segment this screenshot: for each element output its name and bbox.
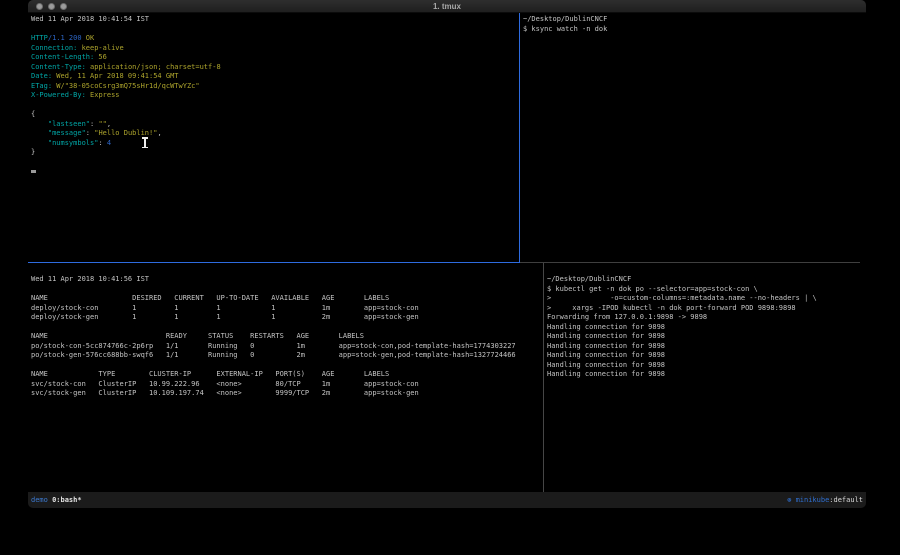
pane-kubectl-get[interactable]: Wed 11 Apr 2018 10:41:56 IST NAME DESIRE… bbox=[28, 263, 546, 504]
terminal-line: Wed 11 Apr 2018 10:41:56 IST bbox=[31, 275, 546, 285]
terminal-line bbox=[31, 323, 546, 333]
status-left: demo 0:bash* bbox=[31, 492, 82, 508]
terminal-line bbox=[31, 361, 546, 371]
terminal-line: Content-Length: 56 bbox=[31, 53, 522, 63]
terminal-line: Connection: keep-alive bbox=[31, 44, 522, 54]
terminal-line: > xargs -IPOD kubectl -n dok port-forwar… bbox=[547, 304, 869, 314]
terminal-line: ETag: W/"38-05coCsrg3mQ75sHr1d/qcWTwYZc" bbox=[31, 82, 522, 92]
terminal-line bbox=[31, 101, 522, 111]
terminal-line: Handling connection for 9898 bbox=[547, 342, 869, 352]
session-name: demo bbox=[31, 496, 48, 504]
terminal-line: Handling connection for 9898 bbox=[547, 361, 869, 371]
terminal-line: NAME DESIRED CURRENT UP-TO-DATE AVAILABL… bbox=[31, 294, 546, 304]
terminal-line: $ kubectl get -n dok po --selector=app=s… bbox=[547, 285, 869, 295]
window-tab-bash[interactable]: 0:bash* bbox=[52, 496, 82, 504]
terminal-line: po/stock-con-5cc874766c-2p6rp 1/1 Runnin… bbox=[31, 342, 546, 352]
terminal-line: NAME TYPE CLUSTER-IP EXTERNAL-IP PORT(S)… bbox=[31, 370, 546, 380]
pane-http-response[interactable]: Wed 11 Apr 2018 10:41:54 IST HTTP/1.1 20… bbox=[28, 13, 522, 264]
pane-port-forward[interactable]: ~/Desktop/DublinCNCF$ kubectl get -n dok… bbox=[544, 263, 869, 504]
kube-namespace: :default bbox=[829, 496, 863, 504]
pane-ksync-watch[interactable]: ~/Desktop/DublinCNCF$ ksync watch -n dok bbox=[520, 13, 869, 264]
terminal-line: ~/Desktop/DublinCNCF bbox=[523, 15, 869, 25]
tmux-terminal: Wed 11 Apr 2018 10:41:54 IST HTTP/1.1 20… bbox=[28, 13, 866, 492]
terminal-line: svc/stock-con ClusterIP 10.99.222.96 <no… bbox=[31, 380, 546, 390]
terminal-line: Content-Type: application/json; charset=… bbox=[31, 63, 522, 73]
kube-context-name: minikube bbox=[796, 496, 830, 504]
terminal-line bbox=[31, 285, 546, 295]
terminal-line: svc/stock-gen ClusterIP 10.109.197.74 <n… bbox=[31, 389, 546, 399]
terminal-line: "lastseen": "", bbox=[31, 120, 522, 130]
terminal-line: Wed 11 Apr 2018 10:41:54 IST bbox=[31, 15, 522, 25]
terminal-line: Handling connection for 9898 bbox=[547, 323, 869, 333]
terminal-line: deploy/stock-con 1 1 1 1 1m app=stock-co… bbox=[31, 304, 546, 314]
terminal-line: deploy/stock-gen 1 1 1 1 2m app=stock-ge… bbox=[31, 313, 546, 323]
terminal-line bbox=[31, 167, 522, 177]
terminal-line: Handling connection for 9898 bbox=[547, 351, 869, 361]
terminal-line: HTTP/1.1 200 OK bbox=[31, 34, 522, 44]
terminal-line: Forwarding from 127.0.0.1:9898 -> 9898 bbox=[547, 313, 869, 323]
terminal-line: ~/Desktop/DublinCNCF bbox=[547, 275, 869, 285]
terminal-line: Handling connection for 9898 bbox=[547, 332, 869, 342]
status-right: ⊛ minikube:default bbox=[787, 492, 863, 508]
terminal-line: } bbox=[31, 148, 522, 158]
terminal-line: > -o=custom-columns=:metadata.name --no-… bbox=[547, 294, 869, 304]
terminal-line: NAME READY STATUS RESTARTS AGE LABELS bbox=[31, 332, 546, 342]
terminal-window: 1. tmux Wed 11 Apr 2018 10:41:54 IST HTT… bbox=[28, 0, 866, 508]
terminal-line bbox=[31, 25, 522, 35]
terminal-line: "numsymbols": 4 bbox=[31, 139, 522, 149]
terminal-line bbox=[31, 158, 522, 168]
terminal-line: po/stock-gen-576cc688bb-swqf6 1/1 Runnin… bbox=[31, 351, 546, 361]
window-title: 1. tmux bbox=[28, 0, 866, 13]
terminal-line: $ ksync watch -n dok bbox=[523, 25, 869, 35]
tmux-status-bar: demo 0:bash* ⊛ minikube:default bbox=[28, 492, 866, 508]
terminal-line: X-Powered-By: Express bbox=[31, 91, 522, 101]
terminal-line: Handling connection for 9898 bbox=[547, 370, 869, 380]
window-titlebar[interactable]: 1. tmux bbox=[28, 0, 866, 13]
ibeam-mouse-cursor bbox=[144, 138, 146, 147]
terminal-line: "message": "Hello Dublin!", bbox=[31, 129, 522, 139]
terminal-line: { bbox=[31, 110, 522, 120]
terminal-line: Date: Wed, 11 Apr 2018 09:41:54 GMT bbox=[31, 72, 522, 82]
